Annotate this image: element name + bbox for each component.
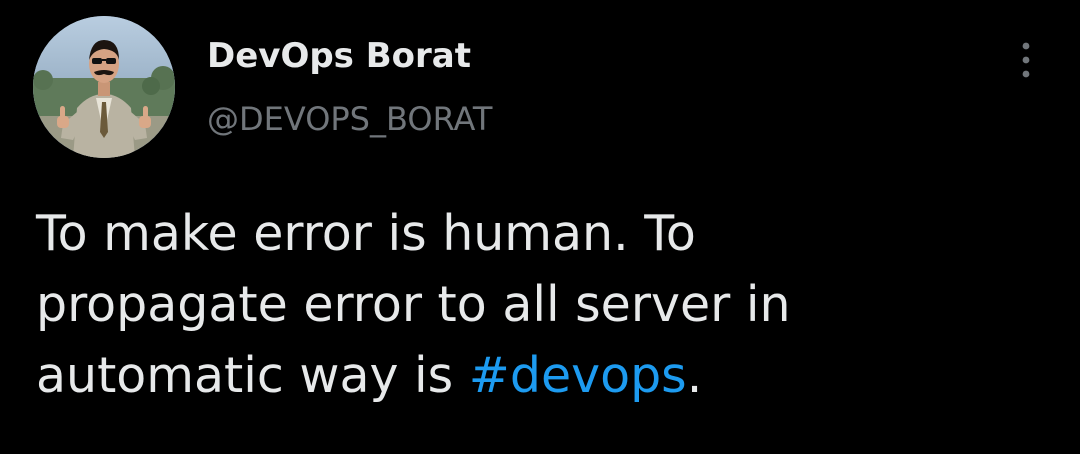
tweet-text-trailing: .	[686, 347, 703, 404]
tweet-text-line: automatic way is #devops.	[36, 340, 1046, 411]
more-vertical-icon	[1022, 42, 1030, 78]
author-display-name[interactable]: DevOps Borat	[207, 34, 471, 78]
more-options-button[interactable]	[1006, 38, 1046, 82]
avatar-photo	[33, 16, 175, 158]
tweet-text: To make error is human. To propagate err…	[36, 198, 1046, 411]
hashtag-link[interactable]: #devops	[469, 347, 687, 404]
avatar[interactable]	[33, 16, 175, 158]
tweet-text-fragment: automatic way is	[36, 347, 469, 404]
tweet-text-line: propagate error to all server in	[36, 276, 791, 333]
author-handle[interactable]: @DEVOPS_BORAT	[207, 98, 492, 140]
tweet: DevOps Borat @DEVOPS_BORAT To make error…	[0, 0, 1080, 454]
tweet-text-line: To make error is human. To	[36, 205, 696, 262]
